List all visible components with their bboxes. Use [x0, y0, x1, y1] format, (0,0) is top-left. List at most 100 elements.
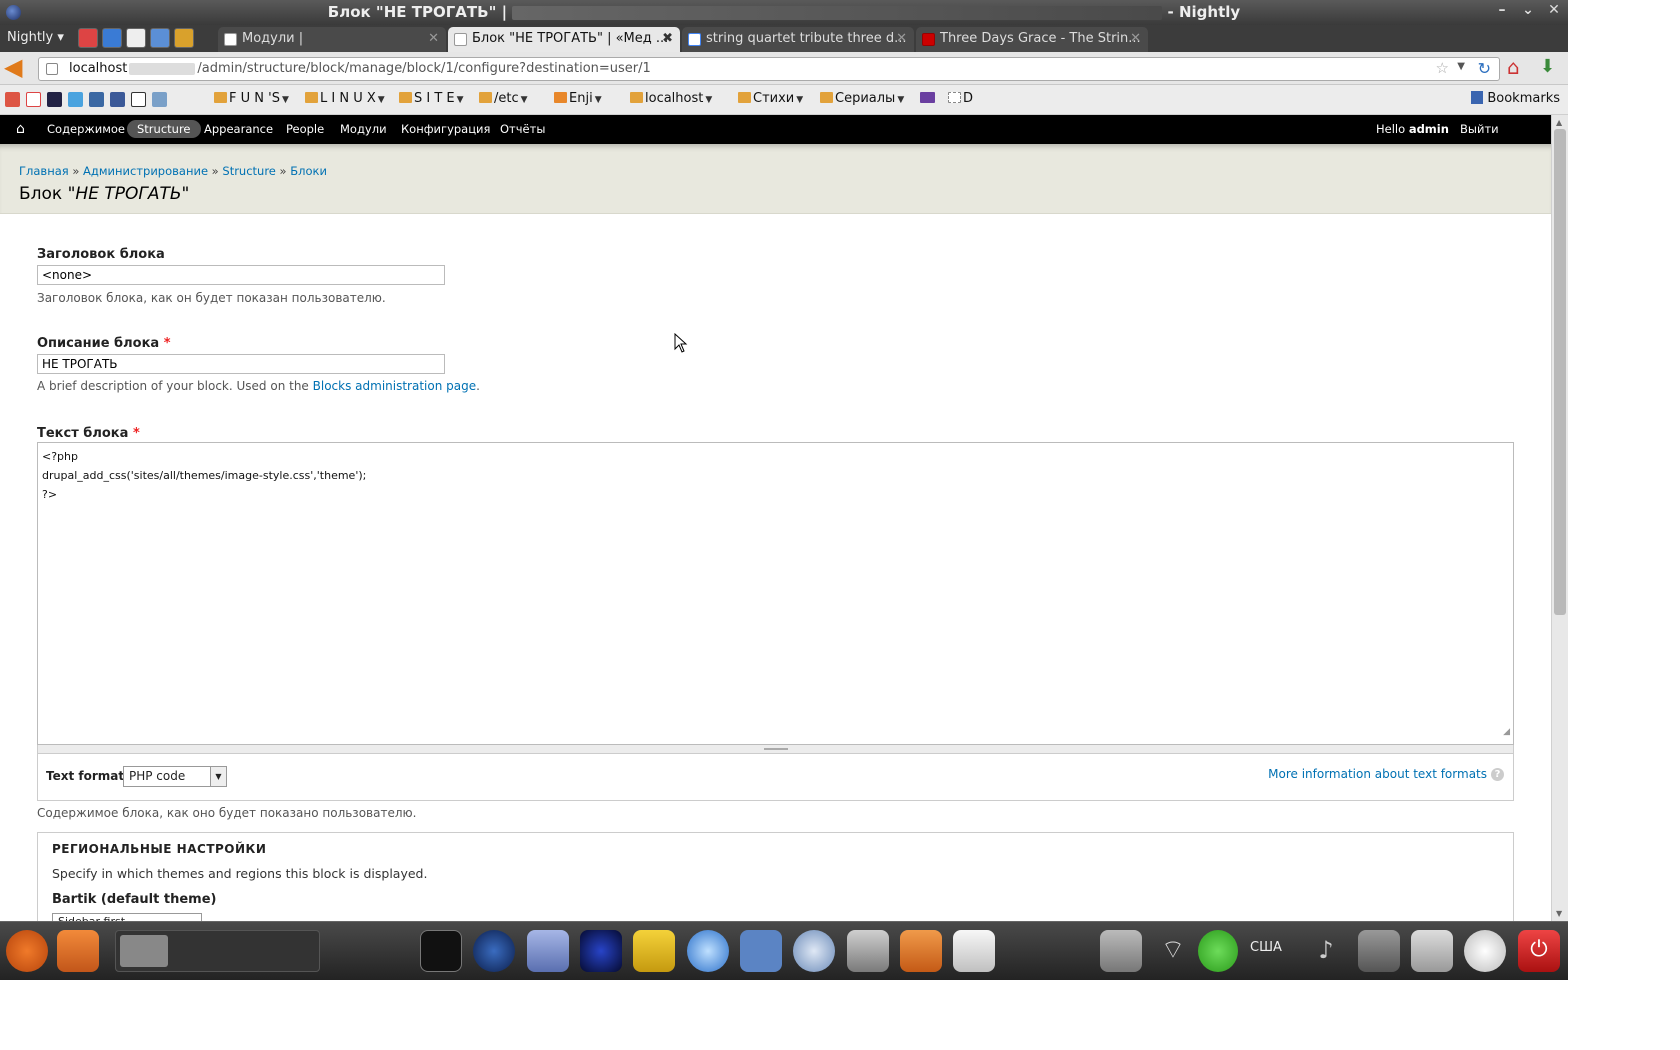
twitter-bookmark-icon[interactable] — [68, 92, 83, 107]
block-description-input[interactable]: НЕ ТРОГАТЬ — [37, 354, 445, 374]
tv-bookmark-icon[interactable] — [152, 92, 167, 107]
block-body-textarea[interactable]: <?php drupal_add_css('sites/all/themes/i… — [37, 442, 1514, 745]
bookmark-feed-enji[interactable]: Enji ▼ — [554, 91, 602, 106]
chat-globe-icon[interactable] — [793, 930, 835, 972]
theme-region-select[interactable]: Sidebar first — [52, 913, 202, 921]
bookmarks-toolbar: F U N 'S ▼ L I N U X ▼ S I T E ▼ /etc ▼ Enji… — [0, 85, 1568, 115]
volume-icon[interactable]: ♪ — [1305, 930, 1347, 972]
tab-three-days-grace[interactable]: Three Days Grace - The Strin... ✕ — [916, 27, 1148, 52]
toolbar-item-reports[interactable]: Отчёты — [500, 122, 545, 136]
breadcrumb-admin[interactable]: Администрирование — [83, 164, 208, 178]
translate-pinned-icon[interactable] — [150, 28, 170, 48]
b-bookmark-icon[interactable] — [131, 92, 146, 107]
terminal-icon[interactable] — [420, 930, 462, 972]
facebook-bookmark-icon[interactable] — [110, 92, 125, 107]
logout-link[interactable]: Выйти — [1460, 122, 1499, 136]
keyboard-layout-indicator[interactable]: США — [1250, 940, 1282, 955]
downloads-icon[interactable]: ⬇ — [1540, 57, 1562, 79]
running-window-preview[interactable] — [115, 930, 320, 972]
toolbar-item-configuration[interactable]: Конфигурация — [401, 122, 490, 136]
bookmark-folder-etc[interactable]: /etc ▼ — [479, 91, 528, 106]
site-identity-icon[interactable] — [46, 63, 58, 75]
scroll-down-icon[interactable]: ▼ — [1556, 909, 1562, 918]
footprints-icon[interactable] — [740, 930, 782, 972]
url-bar[interactable]: localhost/admin/structure/block/manage/b… — [38, 57, 1500, 81]
downloads-stack-icon[interactable] — [1100, 930, 1142, 972]
bookmarks-menu-button[interactable]: Bookmarks — [1471, 91, 1560, 106]
close-tab-icon[interactable]: ✕ — [896, 31, 907, 46]
trash-icon[interactable] — [1411, 930, 1453, 972]
wifi-icon[interactable]: ⌔ — [1152, 930, 1194, 972]
user-link[interactable]: admin — [1409, 122, 1449, 136]
lor-pinned-icon[interactable] — [126, 28, 146, 48]
bookmark-folder-site[interactable]: S I T E ▼ — [399, 91, 464, 106]
minimize-icon[interactable]: – — [1494, 2, 1510, 18]
page-scrollbar[interactable]: ▲ ▼ — [1551, 115, 1568, 921]
toolbar-item-people[interactable]: People — [286, 122, 324, 136]
home-icon[interactable]: ⌂ — [1507, 57, 1529, 79]
close-tab-icon[interactable]: ✖ — [662, 31, 673, 46]
gmail-pinned-icon[interactable] — [78, 28, 98, 48]
bookmark-folder-poems[interactable]: Стихи ▼ — [738, 91, 803, 106]
site-favicon-icon — [922, 33, 935, 46]
nightly-browser-icon[interactable] — [473, 930, 515, 972]
close-tab-icon[interactable]: ✕ — [428, 31, 439, 46]
reload-icon[interactable]: ↻ — [1478, 59, 1491, 78]
bookmark-folder-funs[interactable]: F U N 'S ▼ — [214, 91, 289, 106]
scroll-thumb[interactable] — [1554, 129, 1566, 615]
stellarium-icon[interactable] — [580, 930, 622, 972]
google-plus-bookmark-icon[interactable] — [5, 92, 20, 107]
text-format-select[interactable]: PHP code ▼ — [123, 766, 227, 787]
app2-pinned-icon[interactable] — [174, 28, 194, 48]
teapot-icon[interactable] — [633, 930, 675, 972]
clock-icon[interactable] — [1464, 930, 1506, 972]
bookmark-folder-series[interactable]: Сериалы ▼ — [820, 91, 904, 106]
toolbar-item-content[interactable]: Содержимое — [47, 122, 125, 136]
scroll-up-icon[interactable]: ▲ — [1556, 118, 1562, 127]
history-dropdown-icon[interactable]: ▼ — [1457, 61, 1465, 72]
textarea-grippie[interactable] — [37, 745, 1514, 754]
block-title-input[interactable]: <none> — [37, 265, 445, 285]
tab-block-edit[interactable]: Блок "НЕ ТРОГАТЬ" | «Мед ... ✖ — [448, 27, 680, 52]
text-editor-icon[interactable] — [953, 930, 995, 972]
gmail-bookmark-icon[interactable] — [26, 92, 41, 107]
close-tab-icon[interactable]: ✕ — [1130, 31, 1141, 46]
breadcrumb-structure[interactable]: Structure — [222, 164, 276, 178]
chevron-down-icon: ▼ — [210, 767, 226, 786]
system-monitor-icon[interactable] — [1358, 930, 1400, 972]
toolbar-item-appearance[interactable]: Appearance — [204, 122, 273, 136]
breadcrumb-blocks[interactable]: Блоки — [290, 164, 327, 178]
tab-modules[interactable]: Модули | ✕ — [218, 27, 446, 52]
close-window-icon[interactable]: ✕ — [1546, 2, 1562, 18]
home-folder-icon[interactable] — [900, 930, 942, 972]
text-format-help-link[interactable]: More information about text formats — [1268, 767, 1487, 781]
tab-google-search[interactable]: string quartet tribute three d... ✕ — [682, 27, 914, 52]
app-menu-button[interactable]: Nightly ▾ — [7, 30, 64, 45]
app-pinned-icon[interactable] — [102, 28, 122, 48]
resize-handle-icon[interactable]: ◢ — [1503, 723, 1510, 742]
user-bookmark-icon[interactable] — [47, 92, 62, 107]
pidgin-icon[interactable] — [527, 930, 569, 972]
home-icon[interactable]: ⌂ — [16, 121, 25, 137]
bookmark-star-icon[interactable]: ☆ — [1436, 59, 1449, 77]
disk-utility-icon[interactable] — [847, 930, 889, 972]
files-icon[interactable] — [57, 930, 99, 972]
desktop-dock: ⌔ США ♪ ⏻ — [0, 921, 1568, 980]
toolbar-item-structure[interactable]: Structure — [127, 120, 201, 138]
help-icon[interactable]: ? — [1491, 768, 1504, 781]
power-icon[interactable]: ⏻ — [1518, 930, 1560, 972]
bookmark-d[interactable]: D — [948, 91, 973, 106]
habr-bookmark-icon[interactable] — [89, 92, 104, 107]
app-sphere-icon[interactable] — [687, 930, 729, 972]
bookmark-pp[interactable] — [920, 91, 937, 106]
breadcrumb-home[interactable]: Главная — [19, 164, 69, 178]
bookmark-folder-linux[interactable]: L I N U X ▼ — [305, 91, 385, 106]
back-arrow-icon[interactable]: ◀ — [4, 55, 30, 80]
maximize-icon[interactable]: ⌄ — [1520, 2, 1536, 18]
window-title: Блок "НЕ ТРОГАТЬ" | - Nightly — [327, 3, 1241, 21]
ubuntu-menu-icon[interactable] — [6, 930, 48, 972]
messaging-status-icon[interactable] — [1198, 930, 1238, 972]
toolbar-item-modules[interactable]: Модули — [340, 122, 387, 136]
bookmark-folder-localhost[interactable]: localhost ▼ — [630, 91, 712, 106]
blocks-admin-link[interactable]: Blocks administration page — [313, 379, 476, 393]
